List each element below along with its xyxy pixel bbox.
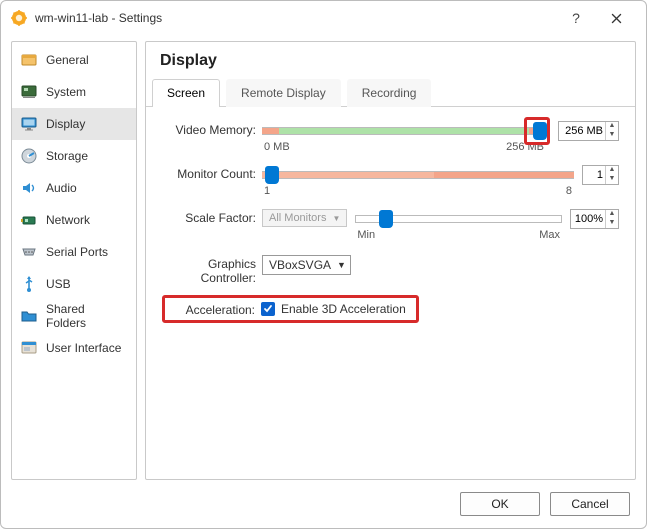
sidebar-item-label: General [46, 53, 89, 67]
monitor-count-label: Monitor Count: [162, 165, 262, 181]
video-memory-input[interactable] [559, 125, 605, 137]
video-memory-max: 256 MB [506, 141, 544, 153]
chevron-down-icon: ▼ [332, 214, 340, 223]
user-interface-icon [20, 339, 38, 357]
sidebar-item-label: Display [46, 117, 85, 131]
video-memory-slider[interactable] [262, 121, 546, 141]
sidebar-item-label: Shared Folders [46, 302, 128, 330]
sidebar: General System Display Storage Audio Net… [11, 41, 137, 480]
spin-down-icon[interactable]: ▼ [606, 131, 618, 140]
serial-ports-icon [20, 243, 38, 261]
sidebar-item-network[interactable]: Network [12, 204, 136, 236]
tab-remote-display[interactable]: Remote Display [226, 79, 341, 107]
chevron-down-icon: ▼ [337, 260, 346, 270]
page-title: Display [146, 42, 635, 78]
general-icon [20, 51, 38, 69]
spin-up-icon[interactable]: ▲ [606, 122, 618, 131]
usb-icon [20, 275, 38, 293]
close-button[interactable] [596, 4, 636, 32]
scale-factor-label: Scale Factor: [162, 209, 262, 225]
sidebar-item-user-interface[interactable]: User Interface [12, 332, 136, 364]
sidebar-item-display[interactable]: Display [12, 108, 136, 140]
help-button[interactable]: ? [556, 4, 596, 32]
graphics-controller-label: Graphics Controller: [162, 255, 262, 285]
spin-up-icon[interactable]: ▲ [606, 210, 618, 219]
cancel-button[interactable]: Cancel [550, 492, 630, 516]
storage-icon [20, 147, 38, 165]
scale-factor-min: Min [357, 229, 375, 241]
main-panel: Display Screen Remote Display Recording … [145, 41, 636, 480]
monitor-count-slider[interactable] [262, 165, 574, 185]
scale-factor-spinner[interactable]: ▲▼ [570, 209, 619, 229]
sidebar-item-label: Network [46, 213, 90, 227]
tabs: Screen Remote Display Recording [146, 78, 635, 107]
network-icon [20, 211, 38, 229]
sidebar-item-general[interactable]: General [12, 44, 136, 76]
sidebar-item-label: Storage [46, 149, 88, 163]
ok-button[interactable]: OK [460, 492, 540, 516]
video-memory-spinner[interactable]: ▲▼ [558, 121, 619, 141]
footer: OK Cancel [1, 480, 646, 528]
sidebar-item-audio[interactable]: Audio [12, 172, 136, 204]
sidebar-item-usb[interactable]: USB [12, 268, 136, 300]
sidebar-item-storage[interactable]: Storage [12, 140, 136, 172]
video-memory-min: 0 MB [264, 141, 290, 153]
sidebar-item-label: User Interface [46, 341, 121, 355]
graphics-controller-select[interactable]: VBoxSVGA ▼ [262, 255, 351, 275]
window-title: wm-win11-lab - Settings [35, 11, 556, 25]
acceleration-label: Acceleration: [169, 301, 261, 317]
settings-window: wm-win11-lab - Settings ? General System… [0, 0, 647, 529]
monitor-count-input[interactable] [583, 169, 605, 181]
monitor-count-max: 8 [566, 185, 572, 197]
enable-3d-acceleration-label: Enable 3D Acceleration [281, 302, 406, 316]
sidebar-item-shared-folders[interactable]: Shared Folders [12, 300, 136, 332]
system-icon [20, 83, 38, 101]
scale-factor-input[interactable] [571, 213, 605, 225]
titlebar: wm-win11-lab - Settings ? [1, 1, 646, 35]
tab-screen[interactable]: Screen [152, 79, 220, 107]
scale-factor-monitor-select: All Monitors ▼ [262, 209, 347, 227]
scale-factor-slider[interactable] [355, 209, 562, 229]
highlight-acceleration: Acceleration: Enable 3D Acceleration [162, 295, 419, 323]
sidebar-item-label: System [46, 85, 86, 99]
enable-3d-acceleration-checkbox[interactable]: Enable 3D Acceleration [261, 302, 406, 316]
video-memory-label: Video Memory: [162, 121, 262, 137]
screen-form: Video Memory: 0 MB [146, 107, 635, 341]
sidebar-item-system[interactable]: System [12, 76, 136, 108]
spin-down-icon[interactable]: ▼ [606, 219, 618, 228]
monitor-count-min: 1 [264, 185, 270, 197]
app-icon [11, 10, 27, 26]
tab-recording[interactable]: Recording [347, 79, 432, 107]
audio-icon [20, 179, 38, 197]
sidebar-item-label: Audio [46, 181, 77, 195]
monitor-count-spinner[interactable]: ▲▼ [582, 165, 619, 185]
sidebar-item-serial-ports[interactable]: Serial Ports [12, 236, 136, 268]
spin-up-icon[interactable]: ▲ [606, 166, 618, 175]
display-icon [20, 115, 38, 133]
shared-folders-icon [20, 307, 38, 325]
spin-down-icon[interactable]: ▼ [606, 175, 618, 184]
checkbox-checked-icon [261, 302, 275, 316]
sidebar-item-label: USB [46, 277, 71, 291]
sidebar-item-label: Serial Ports [46, 245, 108, 259]
scale-factor-max: Max [539, 229, 560, 241]
